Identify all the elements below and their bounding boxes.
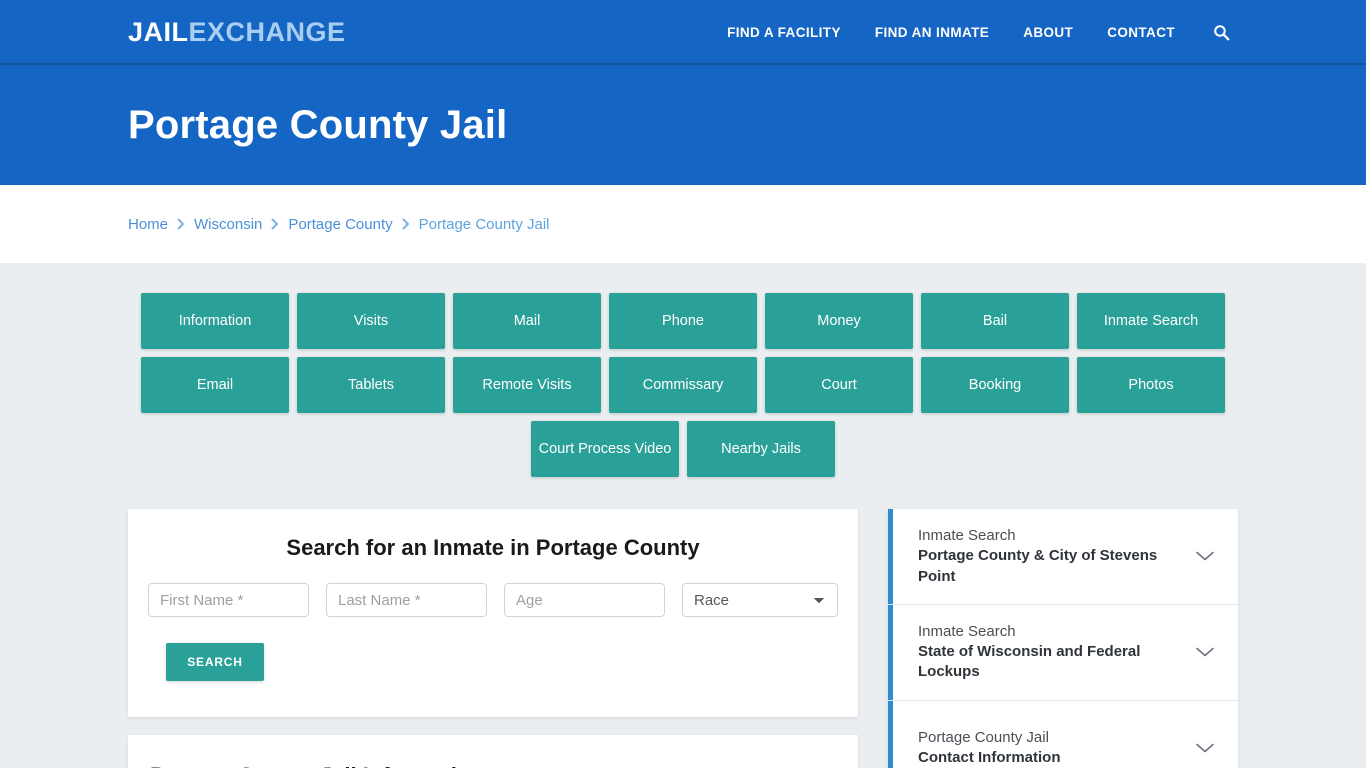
accordion-item-inmate-search-county[interactable]: Inmate Search Portage County & City of S… [888,509,1238,605]
race-select[interactable]: Race [682,583,838,617]
chevron-down-icon[interactable] [1194,641,1216,663]
inmate-search-card: Search for an Inmate in Portage County R… [128,509,858,717]
site-logo[interactable]: JAILEXCHANGE [128,19,346,46]
logo-text-secondary: EXCHANGE [188,17,346,47]
site-header: JAILEXCHANGE FIND A FACILITY FIND AN INM… [0,0,1366,65]
accordion-item-line1: Inmate Search [918,527,1016,544]
accordion-item-line1: Portage County Jail [918,728,1049,746]
chevron-right-icon [271,218,279,230]
breadcrumb-bar: Home Wisconsin Portage County Portage Co… [0,185,1366,263]
chevron-right-icon [402,218,410,230]
chevron-down-icon[interactable] [1194,737,1216,759]
chevron-down-icon[interactable] [1194,545,1216,567]
breadcrumb-item-portage-county-jail[interactable]: Portage County Jail [419,216,550,233]
breadcrumb-item-portage-county[interactable]: Portage County [288,216,392,233]
main-navigation: FIND A FACILITY FIND AN INMATE ABOUT CON… [710,0,1238,65]
facility-information-heading: Portage County Jail Information [150,763,836,768]
accordion-item-line2: State of Wisconsin and Federal Lockups [918,643,1141,681]
accordion-item-line2: Contact Information [918,749,1061,766]
section-button-money[interactable]: Money [765,293,913,349]
breadcrumb: Home Wisconsin Portage County Portage Co… [128,216,550,233]
section-button-court[interactable]: Court [765,357,913,413]
breadcrumb-item-home[interactable]: Home [128,216,168,233]
inmate-search-title: Search for an Inmate in Portage County [286,535,700,560]
sidebar: Inmate Search Portage County & City of S… [888,509,1238,768]
section-button-mail[interactable]: Mail [453,293,601,349]
section-button-court-process-video[interactable]: Court Process Video [531,421,679,477]
inmate-search-fields: Race [148,583,838,617]
breadcrumb-item-wisconsin[interactable]: Wisconsin [194,216,262,233]
chevron-right-icon [177,218,185,230]
accordion-item-inmate-search-state[interactable]: Inmate Search State of Wisconsin and Fed… [888,604,1238,701]
accordion-item-contact-information[interactable]: Portage County Jail Contact Information [888,700,1238,768]
content-columns: Search for an Inmate in Portage County R… [128,509,1238,768]
page-content: Information Visits Mail Phone Money Bail… [0,263,1366,768]
page-title: Portage County Jail [128,102,508,147]
facility-information-card: Portage County Jail Information [128,735,858,768]
section-button-commissary[interactable]: Commissary [609,357,757,413]
age-input[interactable] [504,583,665,617]
facility-section-buttons-row3: Court Process Video Nearby Jails [128,421,1238,477]
section-button-phone[interactable]: Phone [609,293,757,349]
content-container: Information Visits Mail Phone Money Bail… [128,293,1238,768]
accordion-item-line2: Portage County & City of Stevens Point [918,547,1158,585]
inmate-search-submit-button[interactable]: SEARCH [166,643,264,681]
section-button-photos[interactable]: Photos [1077,357,1225,413]
sidebar-accordion: Inmate Search Portage County & City of S… [888,509,1238,768]
accordion-item-text: Inmate Search Portage County & City of S… [918,526,1168,587]
first-name-input[interactable] [148,583,309,617]
hero-banner: Portage County Jail [0,65,1366,185]
accordion-item-line1: Inmate Search [918,622,1016,640]
accordion-item-text: Portage County Jail Contact Information [918,728,1061,768]
main-column: Search for an Inmate in Portage County R… [128,509,858,768]
section-button-bail[interactable]: Bail [921,293,1069,349]
section-button-remote-visits[interactable]: Remote Visits [453,357,601,413]
facility-section-buttons: Information Visits Mail Phone Money Bail… [135,293,1231,413]
section-button-nearby-jails[interactable]: Nearby Jails [687,421,835,477]
logo-text-primary: JAIL [128,17,189,47]
nav-item-find-an-inmate[interactable]: FIND AN INMATE [858,25,1006,40]
section-button-inmate-search[interactable]: Inmate Search [1077,293,1225,349]
nav-item-find-a-facility[interactable]: FIND A FACILITY [710,25,858,40]
header-search-button[interactable] [1204,16,1238,50]
accordion-item-text: Inmate Search State of Wisconsin and Fed… [918,622,1168,683]
section-button-booking[interactable]: Booking [921,357,1069,413]
search-icon [1213,25,1229,41]
nav-item-contact[interactable]: CONTACT [1090,25,1192,40]
section-button-email[interactable]: Email [141,357,289,413]
last-name-input[interactable] [326,583,487,617]
section-button-tablets[interactable]: Tablets [297,357,445,413]
section-button-visits[interactable]: Visits [297,293,445,349]
nav-item-about[interactable]: ABOUT [1006,25,1090,40]
section-button-information[interactable]: Information [141,293,289,349]
